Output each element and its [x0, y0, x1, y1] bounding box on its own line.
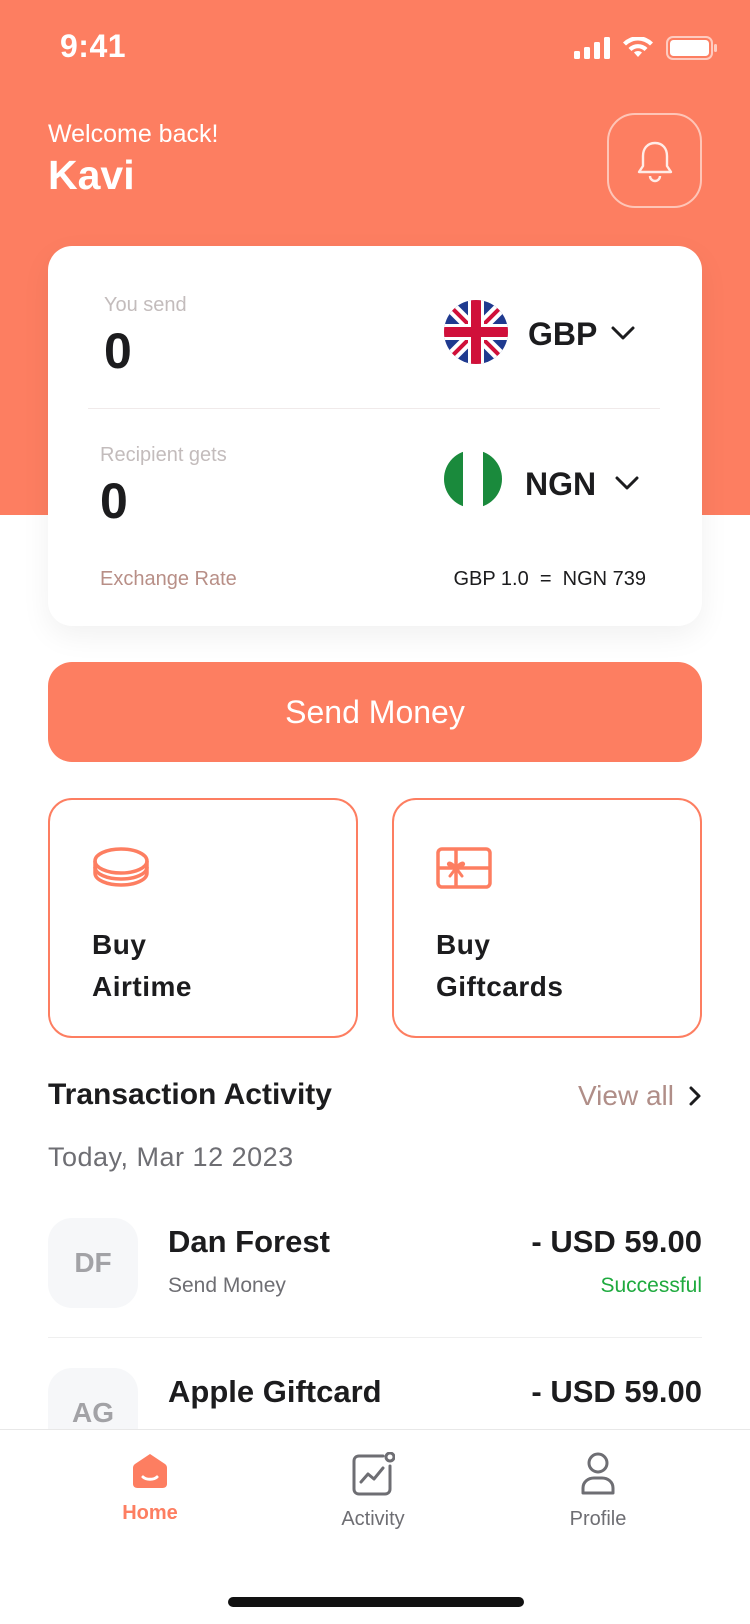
transaction-divider [48, 1337, 702, 1338]
buy-giftcards-label: Buy Giftcards [436, 929, 564, 1002]
send-currency-selector[interactable]: GBP [528, 316, 597, 353]
exchange-rate-value: GBP 1.0 = NGN 739 [453, 568, 646, 590]
you-send-label: You send [104, 294, 187, 316]
view-all-link[interactable]: View all [578, 1080, 702, 1112]
tab-profile[interactable]: Profile [518, 1452, 678, 1531]
tab-home-label: Home [122, 1502, 178, 1524]
gift-card-icon [436, 847, 492, 889]
coin-icon [93, 847, 149, 887]
buy-giftcards-card[interactable]: Buy Giftcards [392, 798, 702, 1038]
transaction-row[interactable]: DF Dan Forest Send Money - USD 59.00 Suc… [48, 1218, 702, 1318]
tab-activity[interactable]: Activity [293, 1452, 453, 1531]
receive-amount: 0 [100, 473, 128, 529]
welcome-text: Welcome back! [48, 120, 219, 148]
tab-home[interactable]: Home [70, 1452, 230, 1525]
chevron-down-icon[interactable] [610, 324, 636, 342]
tab-activity-label: Activity [341, 1508, 405, 1530]
transaction-type: Send Money [168, 1274, 286, 1297]
signal-icon [574, 37, 610, 59]
tab-profile-label: Profile [569, 1508, 627, 1530]
transaction-activity-title: Transaction Activity [48, 1078, 332, 1111]
view-all-label: View all [578, 1080, 674, 1111]
recipient-gets-label: Recipient gets [100, 444, 227, 466]
notifications-button[interactable] [607, 113, 702, 208]
transaction-amount: - USD 59.00 [531, 1224, 702, 1259]
receive-currency-selector[interactable]: NGN [525, 466, 596, 503]
activity-icon [352, 1452, 395, 1496]
home-icon [133, 1454, 167, 1488]
wifi-icon [623, 37, 653, 57]
converter-divider [88, 408, 660, 409]
tab-bar: Home Activity Profile [0, 1429, 750, 1624]
transaction-name: Apple Giftcard [168, 1374, 382, 1409]
chevron-down-icon[interactable] [614, 474, 640, 492]
avatar: DF [48, 1218, 138, 1308]
home-indicator [228, 1597, 524, 1607]
transaction-name: Dan Forest [168, 1224, 330, 1259]
bell-icon [637, 141, 672, 182]
status-badge: Successful [600, 1274, 702, 1297]
status-time: 9:41 [60, 28, 127, 64]
send-money-button[interactable]: Send Money [48, 662, 702, 762]
status-bar: 9:41 [0, 0, 750, 100]
currency-converter-card: You send 0 GBP Recipient gets 0 NGN Exch… [48, 246, 702, 626]
buy-airtime-label: Buy Airtime [92, 929, 192, 1002]
transaction-amount: - USD 59.00 [531, 1374, 702, 1409]
send-amount-input[interactable]: 0 [104, 322, 132, 380]
buy-airtime-card[interactable]: Buy Airtime [48, 798, 358, 1038]
exchange-rate-label: Exchange Rate [100, 568, 237, 590]
username: Kavi [48, 152, 135, 198]
battery-icon [666, 36, 717, 60]
nigeria-flag-icon [444, 450, 502, 508]
activity-date: Today, Mar 12 2023 [48, 1142, 294, 1172]
status-icons [574, 36, 718, 60]
profile-icon [581, 1452, 615, 1495]
chevron-right-icon [689, 1086, 701, 1106]
uk-flag-icon [444, 300, 508, 364]
